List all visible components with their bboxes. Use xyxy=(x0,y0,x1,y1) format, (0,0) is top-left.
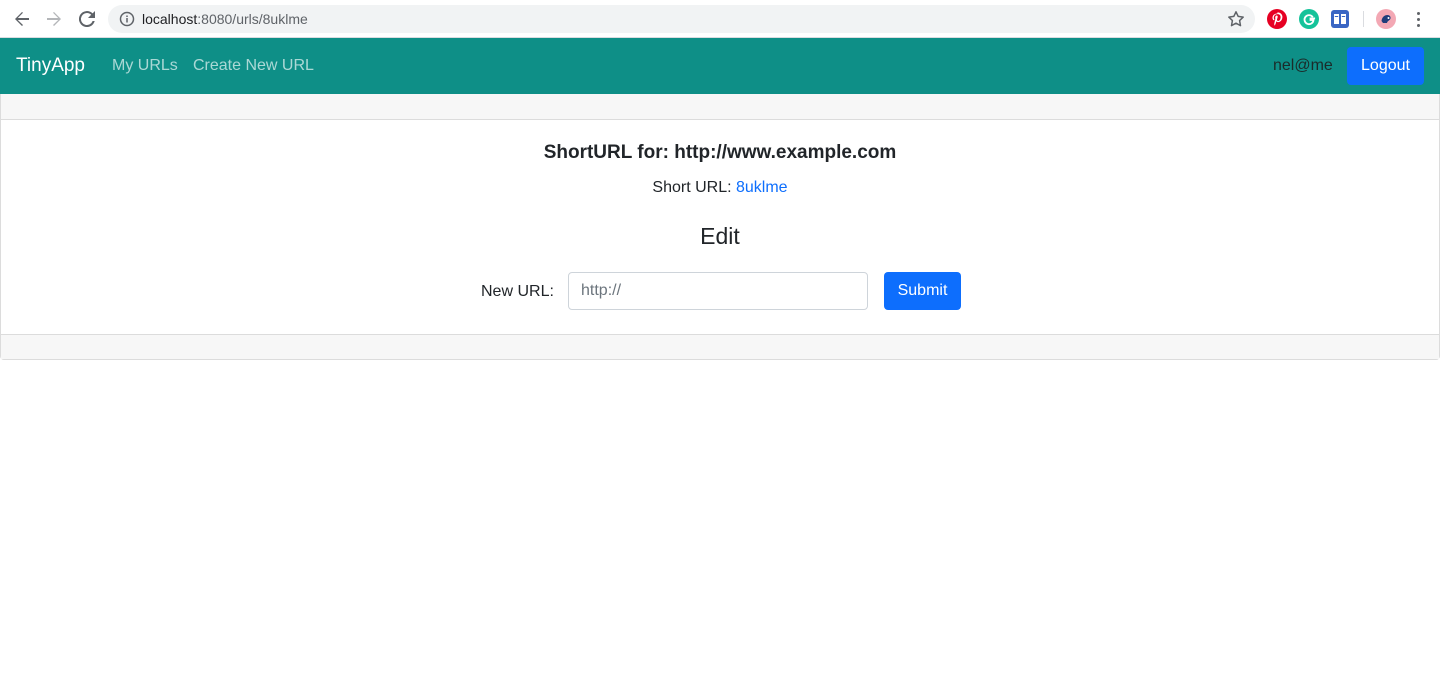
short-url-line: Short URL: 8uklme xyxy=(1,179,1439,197)
active-tab-indicator xyxy=(552,0,800,2)
reader-extension-icon[interactable] xyxy=(1331,10,1349,28)
reload-icon[interactable] xyxy=(75,7,99,31)
menu-icon[interactable] xyxy=(1410,9,1426,29)
short-url-link[interactable]: 8uklme xyxy=(736,179,788,196)
logout-button[interactable]: Logout xyxy=(1347,47,1424,85)
info-icon[interactable] xyxy=(119,11,135,27)
new-url-input[interactable] xyxy=(568,272,868,310)
toolbar-separator xyxy=(1363,11,1364,27)
short-url-label: Short URL: xyxy=(652,179,732,196)
nav-my-urls[interactable]: My URLs xyxy=(112,56,178,76)
address-text[interactable]: localhost:8080/urls/8uklme xyxy=(142,11,308,27)
profile-avatar-icon[interactable] xyxy=(1376,9,1396,29)
page-title: ShortURL for: http://www.example.com xyxy=(543,142,897,163)
submit-button[interactable]: Submit xyxy=(884,272,961,310)
grammarly-extension-icon[interactable] xyxy=(1299,9,1319,29)
app-navbar: TinyApp My URLs Create New URL nel@me Lo… xyxy=(0,38,1440,94)
forward-icon[interactable] xyxy=(42,7,66,31)
pinterest-extension-icon[interactable] xyxy=(1267,9,1287,29)
star-icon[interactable] xyxy=(1227,10,1245,28)
brand-link[interactable]: TinyApp xyxy=(16,54,85,78)
address-bar[interactable]: localhost:8080/urls/8uklme xyxy=(108,5,1255,33)
new-url-label: New URL: xyxy=(481,283,554,300)
card-footer xyxy=(1,334,1439,359)
url-host: localhost xyxy=(142,11,198,27)
user-email: nel@me xyxy=(1273,57,1333,74)
back-icon[interactable] xyxy=(10,7,34,31)
edit-heading: Edit xyxy=(700,223,740,249)
url-path: :8080/urls/8uklme xyxy=(197,11,308,27)
card-header xyxy=(1,94,1439,120)
nav-create-new-url[interactable]: Create New URL xyxy=(193,56,314,76)
url-card: ShortURL for: http://www.example.com Sho… xyxy=(0,94,1440,360)
browser-toolbar: localhost:8080/urls/8uklme xyxy=(0,0,1440,38)
